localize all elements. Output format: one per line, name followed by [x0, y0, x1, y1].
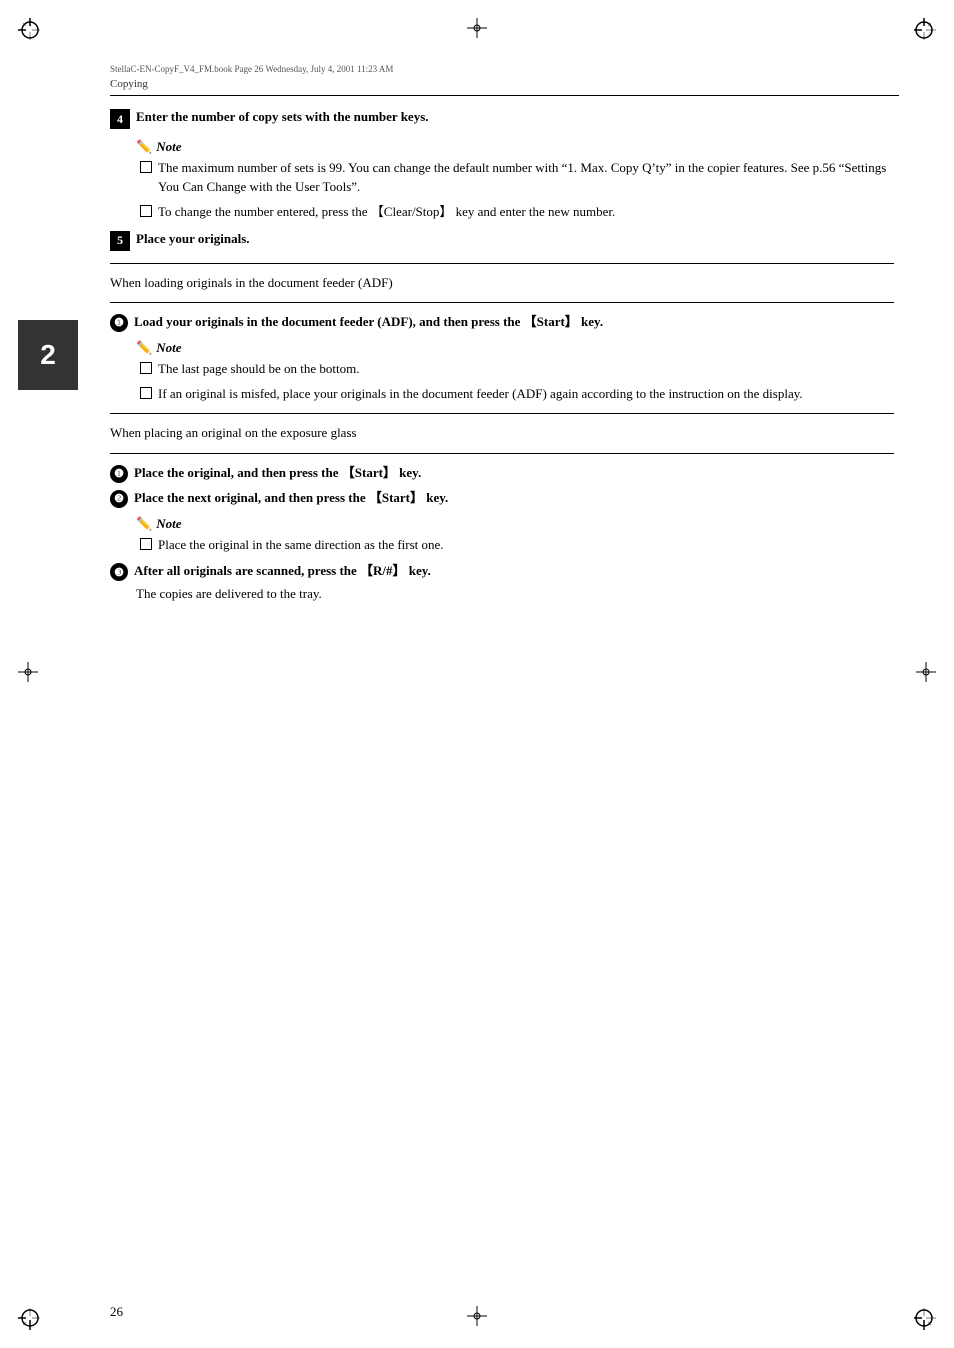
adf-note-item-1: The last page should be on the bottom.	[136, 360, 894, 379]
step-5-text: Place your originals.	[136, 230, 250, 248]
glass-step-1: ❶ Place the original, and then press the…	[110, 464, 894, 483]
adf-section-heading: When loading originals in the document f…	[110, 274, 894, 292]
step-4-text: Enter the number of copy sets with the n…	[136, 108, 429, 126]
glass-divider-bottom	[110, 453, 894, 454]
glass-step-2-text: Place the next original, and then press …	[134, 489, 448, 507]
adf-note-checkbox-2	[140, 387, 152, 399]
step-4: 4 Enter the number of copy sets with the…	[110, 108, 894, 129]
corner-mark-tr	[896, 18, 936, 58]
glass-step-3-number: ❸	[110, 563, 128, 581]
glass-note-header: ✏️ Note	[136, 516, 894, 532]
step4-note-header: ✏️ Note	[136, 139, 894, 155]
adf-note-header: ✏️ Note	[136, 340, 894, 356]
glass-step-2: ❷ Place the next original, and then pres…	[110, 489, 894, 508]
glass-note-checkbox-1	[140, 538, 152, 550]
step-4-number: 4	[110, 109, 130, 129]
glass-note-item-1: Place the original in the same direction…	[136, 536, 894, 555]
bottom-center-mark	[467, 1306, 487, 1330]
adf-step-1-number: ❶	[110, 314, 128, 332]
glass-step-3-result: The copies are delivered to the tray.	[110, 585, 894, 604]
adf-note-item-2: If an original is misfed, place your ori…	[136, 385, 894, 404]
glass-step-1-number: ❶	[110, 465, 128, 483]
glass-step-3-text: After all originals are scanned, press t…	[134, 562, 431, 580]
adf-note-text-2: If an original is misfed, place your ori…	[158, 385, 803, 404]
file-info: StellaC-EN-CopyF_V4_FM.book Page 26 Wedn…	[110, 64, 393, 74]
glass-note-text-1: Place the original in the same direction…	[158, 536, 444, 555]
page-number: 26	[110, 1304, 123, 1320]
adf-note-checkbox-1	[140, 362, 152, 374]
corner-mark-bl	[18, 1290, 58, 1330]
note-checkbox-2	[140, 205, 152, 217]
adf-note-text-1: The last page should be on the bottom.	[158, 360, 359, 379]
step4-note-section: ✏️ Note The maximum number of sets is 99…	[110, 139, 894, 222]
step4-note-item-1: The maximum number of sets is 99. You ca…	[136, 159, 894, 197]
glass-note-section: ✏️ Note Place the original in the same d…	[110, 516, 894, 555]
right-center-mark	[916, 662, 936, 686]
corner-mark-tl	[18, 18, 58, 58]
glass-note-label: Note	[156, 516, 181, 532]
adf-divider-bottom	[110, 302, 894, 303]
glass-note-pencil-icon: ✏️	[136, 516, 152, 532]
step4-note-item-2: To change the number entered, press the …	[136, 203, 894, 222]
glass-step-2-number: ❷	[110, 490, 128, 508]
corner-mark-br	[896, 1290, 936, 1330]
chapter-number: 2	[40, 339, 56, 371]
glass-step-3: ❸ After all originals are scanned, press…	[110, 562, 894, 581]
glass-step-1-text: Place the original, and then press the 【…	[134, 464, 421, 482]
step4-note-text-2: To change the number entered, press the …	[158, 203, 615, 222]
step-5-number: 5	[110, 231, 130, 251]
step4-note-text-1: The maximum number of sets is 99. You ca…	[158, 159, 894, 197]
step-5: 5 Place your originals.	[110, 230, 894, 251]
adf-note-pencil-icon: ✏️	[136, 340, 152, 356]
left-center-mark	[18, 662, 38, 686]
header-divider	[110, 95, 899, 96]
adf-note-label: Note	[156, 340, 181, 356]
adf-step-1-text: Load your originals in the document feed…	[134, 313, 603, 331]
section-label: Copying	[110, 78, 148, 90]
glass-section-heading: When placing an original on the exposure…	[110, 424, 894, 442]
glass-divider-top	[110, 413, 894, 414]
chapter-tab: 2	[18, 320, 78, 390]
step4-note-label: Note	[156, 139, 181, 155]
adf-note-section: ✏️ Note The last page should be on the b…	[110, 340, 894, 404]
adf-divider-top	[110, 263, 894, 264]
adf-step-1: ❶ Load your originals in the document fe…	[110, 313, 894, 332]
note-checkbox-1	[140, 161, 152, 173]
note-pencil-icon: ✏️	[136, 139, 152, 155]
main-content: 4 Enter the number of copy sets with the…	[110, 108, 894, 1268]
top-center-mark	[467, 18, 487, 42]
